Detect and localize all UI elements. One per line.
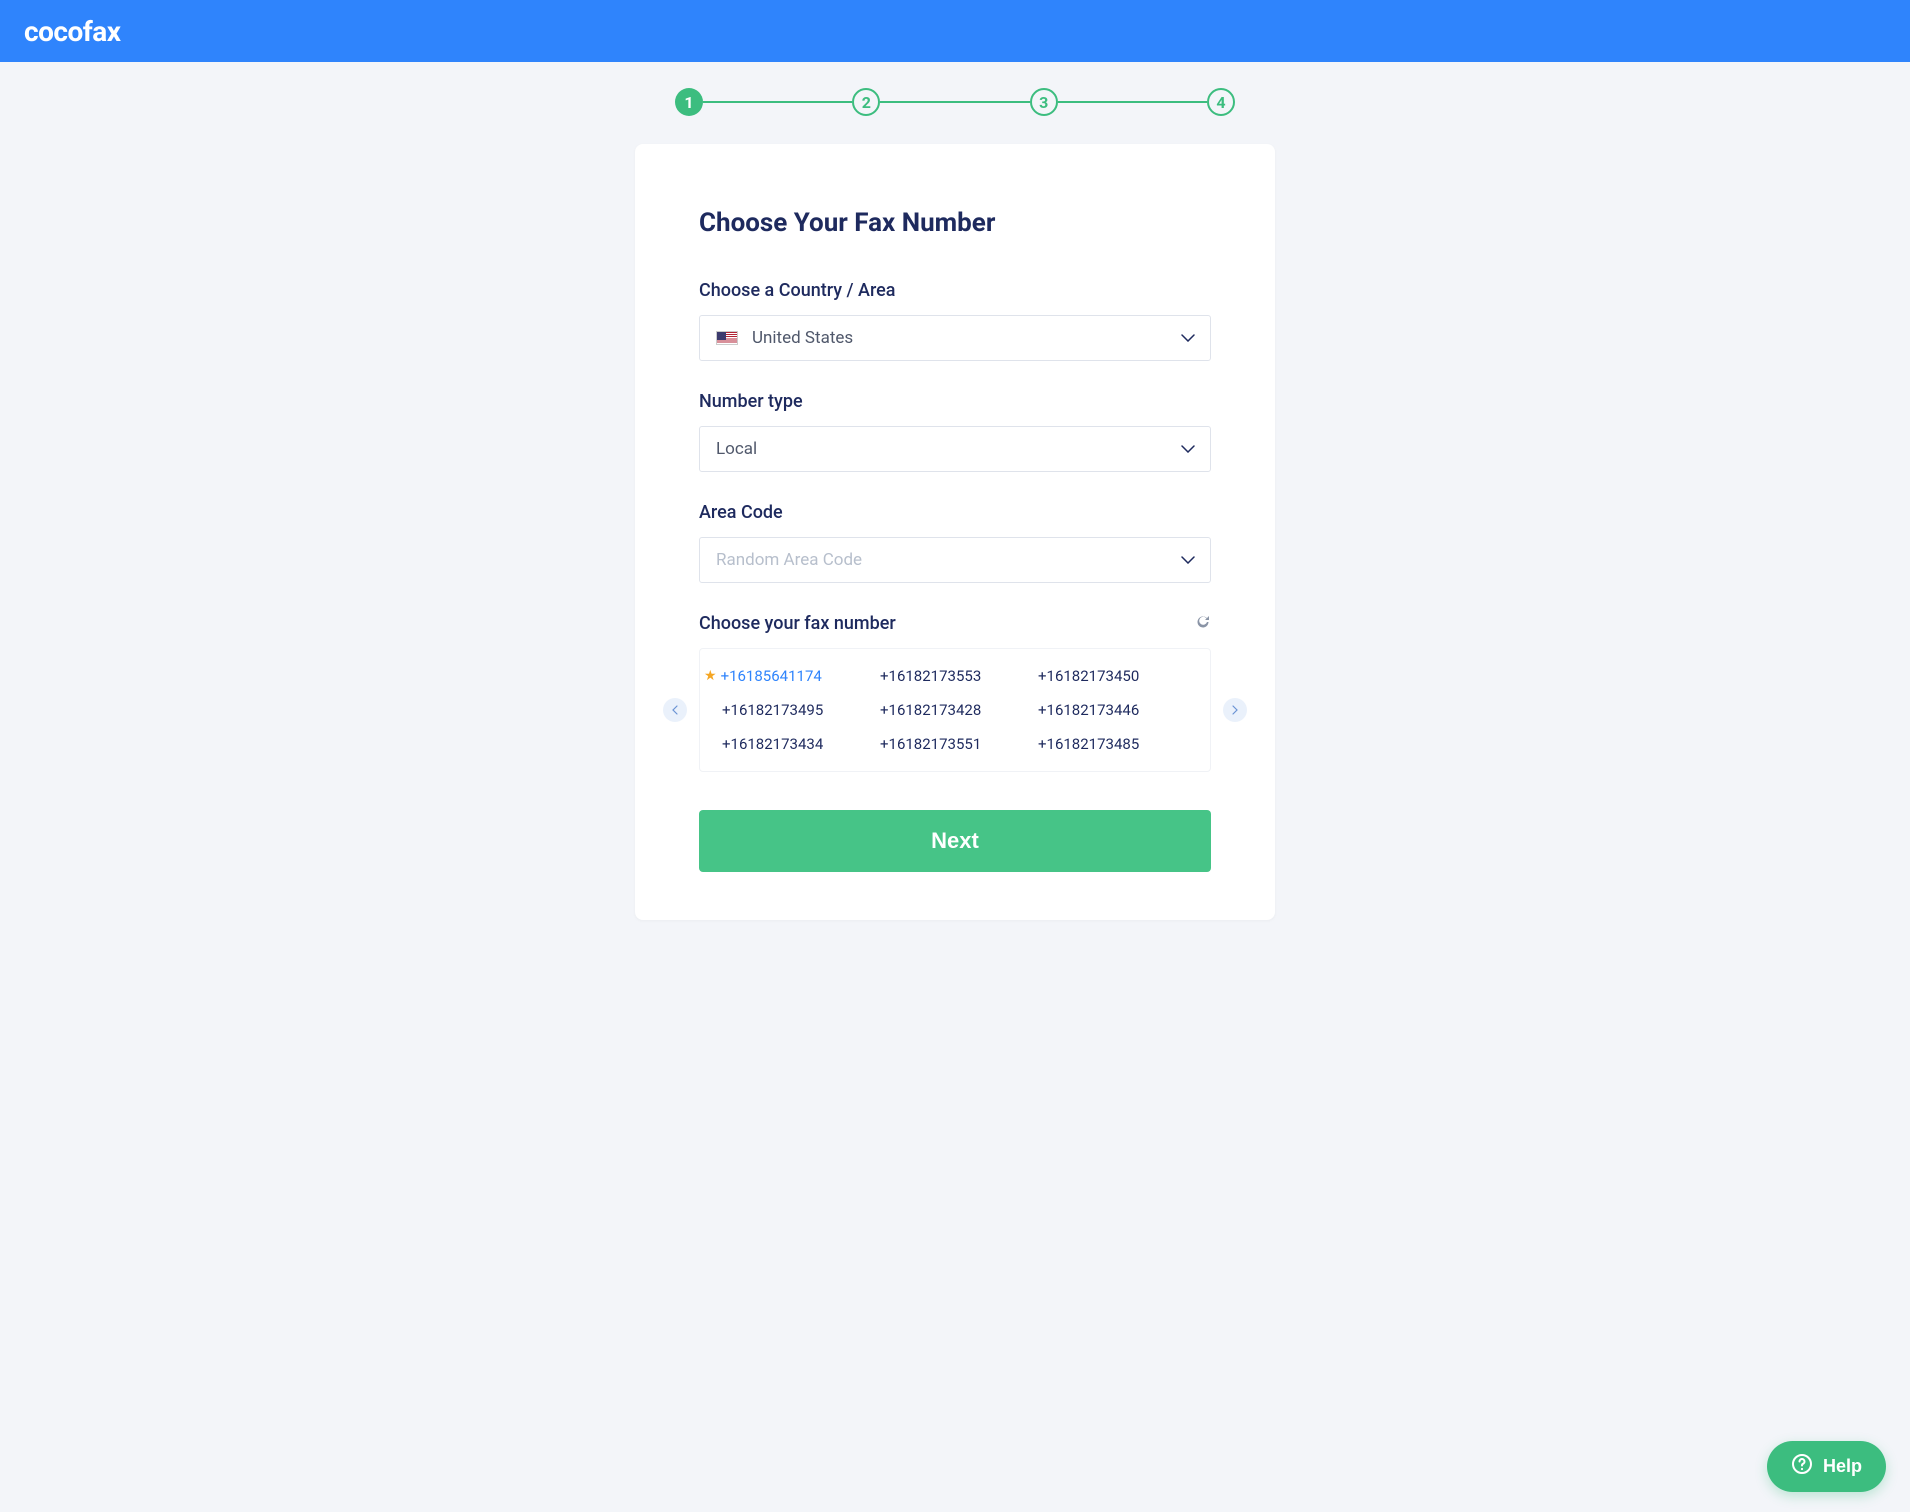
fax-number-option[interactable]: +16182173495 [722,701,872,719]
help-label: Help [1823,1456,1862,1477]
area-code-select[interactable]: Random Area Code [699,537,1211,583]
us-flag-icon [716,331,738,345]
brand-logo: cocofax [24,15,121,48]
step-3: 3 [1030,88,1058,116]
country-label: Choose a Country / Area [699,280,1211,301]
step-1: 1 [675,88,703,116]
number-type-select[interactable]: Local [699,426,1211,472]
step-line [880,101,1029,103]
form-card: Choose Your Fax Number Choose a Country … [635,144,1275,920]
fax-number-option[interactable]: +16182173450 [1038,667,1188,685]
refresh-icon[interactable] [1195,614,1211,634]
area-code-label: Area Code [699,502,1211,523]
help-button[interactable]: Help [1767,1441,1886,1492]
step-2: 2 [852,88,880,116]
fax-number-option[interactable]: +16182173485 [1038,735,1188,753]
fax-number-option[interactable]: +16182173551 [880,735,1030,753]
star-icon: ★ [704,668,717,684]
step-4: 4 [1207,88,1235,116]
next-button[interactable]: Next [699,810,1211,872]
progress-stepper: 1 2 3 4 [675,88,1235,116]
numbers-next-button[interactable] [1223,698,1247,722]
number-type-label: Number type [699,391,1211,412]
fax-number-option[interactable]: +16182173434 [722,735,872,753]
number-type-value: Local [716,439,757,459]
numbers-prev-button[interactable] [663,698,687,722]
fax-number-option[interactable]: +16182173446 [1038,701,1188,719]
numbers-box: ★+16185641174 +16182173553 +16182173450 +16… [699,648,1211,772]
step-line [703,101,852,103]
app-header: cocofax [0,0,1910,62]
help-icon [1791,1453,1813,1480]
numbers-label: Choose your fax number [699,613,896,634]
fax-number-option[interactable]: ★+16185641174 [722,667,872,685]
country-select[interactable]: United States [699,315,1211,361]
country-value: United States [752,328,853,348]
fax-number-option[interactable]: +16182173553 [880,667,1030,685]
step-line [1058,101,1207,103]
area-code-placeholder: Random Area Code [716,550,862,570]
fax-number-option[interactable]: +16182173428 [880,701,1030,719]
page-title: Choose Your Fax Number [699,208,1211,238]
